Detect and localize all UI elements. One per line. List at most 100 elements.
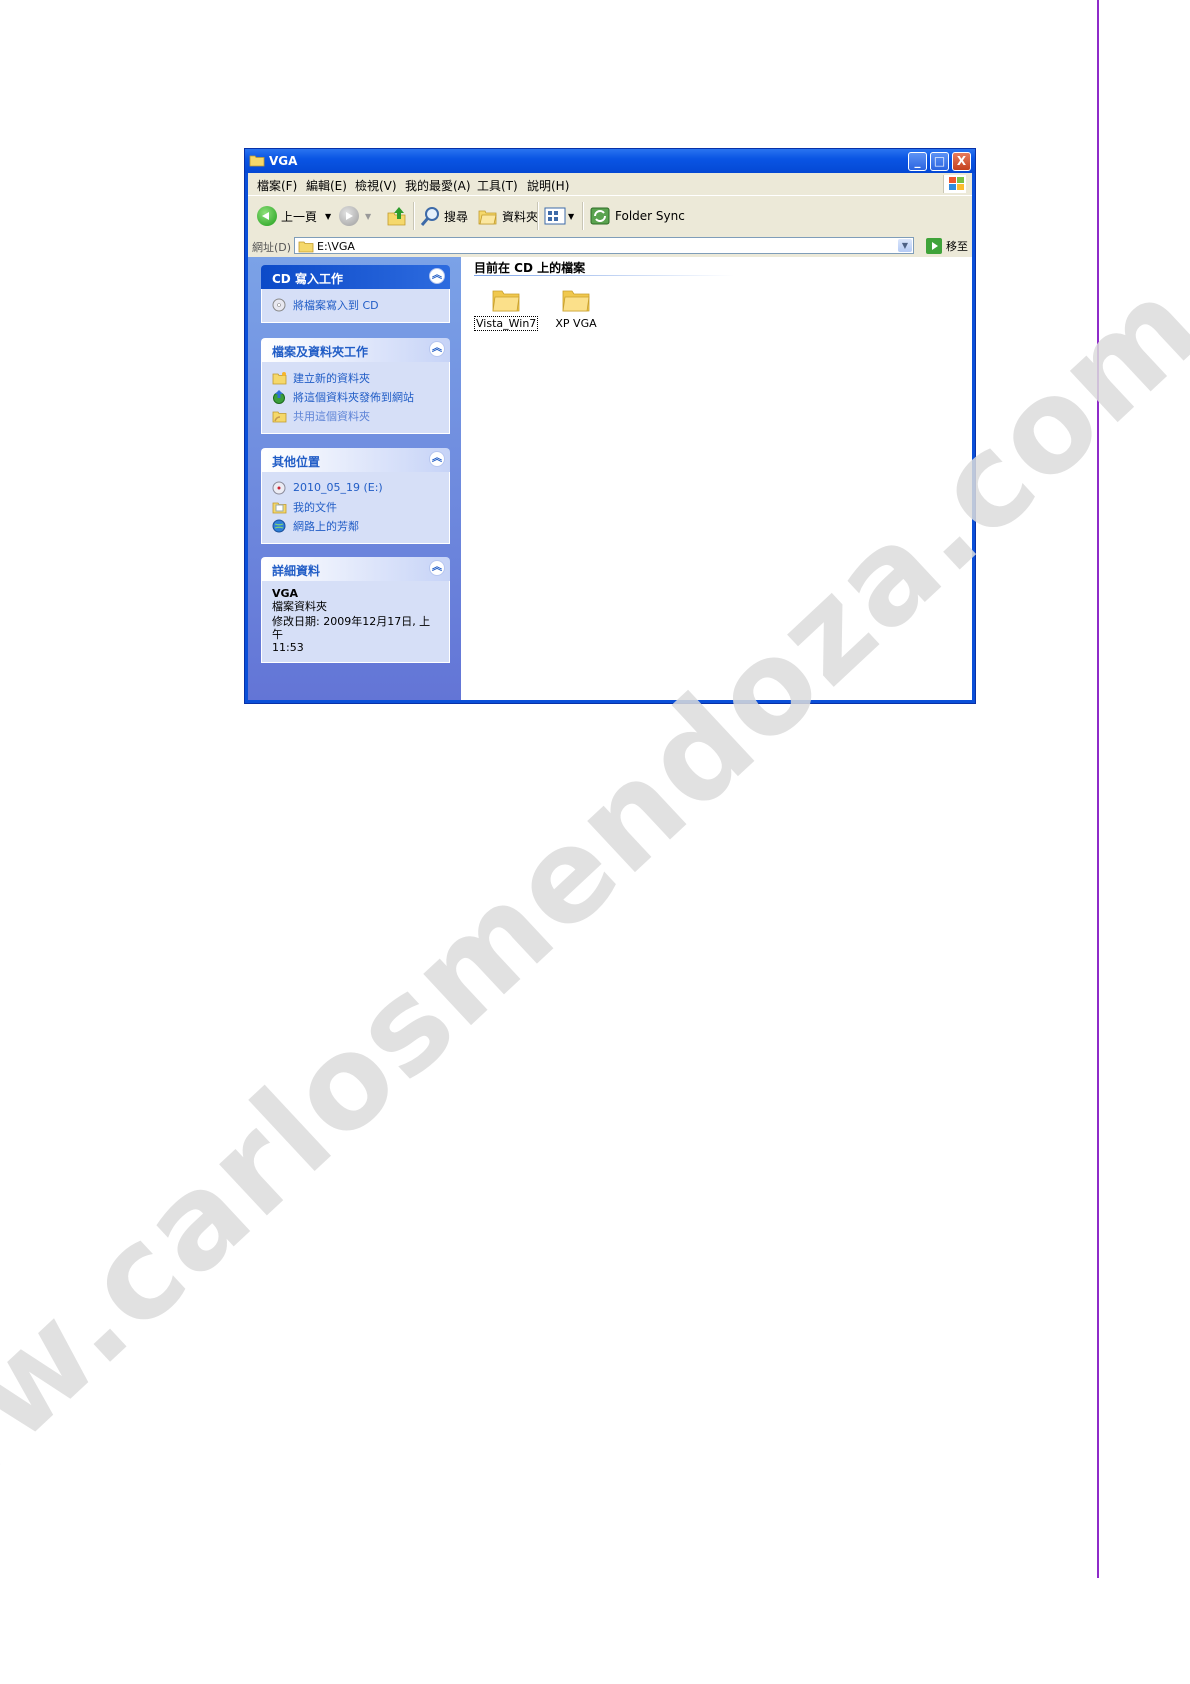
file-tasks-header[interactable]: 檔案及資料夾工作 ︽ [261, 338, 450, 362]
task-label: 將這個資料夾發佈到網站 [293, 390, 414, 404]
my-documents-icon [272, 502, 287, 513]
group-divider [474, 275, 734, 276]
folder-sync-button[interactable]: Folder Sync [589, 205, 685, 227]
menu-edit[interactable]: 編輯(E) [306, 177, 347, 194]
details-header[interactable]: 詳細資料 ︽ [261, 557, 450, 581]
forward-button[interactable]: ▼ [339, 205, 371, 227]
other-places-title: 其他位置 [272, 455, 321, 469]
collapse-chevron-icon[interactable]: ︽ [429, 560, 445, 576]
menu-view[interactable]: 檢視(V) [355, 177, 397, 194]
windows-logo-icon [943, 175, 966, 193]
up-button[interactable] [386, 205, 408, 227]
collapse-chevron-icon[interactable]: ︽ [429, 341, 445, 357]
task-label: 建立新的資料夾 [293, 371, 370, 385]
cd-icon [272, 298, 286, 311]
cd-tasks-title: CD 寫入工作 [272, 272, 343, 286]
cd-tasks-header[interactable]: CD 寫入工作 ︽ [261, 265, 450, 289]
search-icon [420, 207, 439, 226]
menu-favorites[interactable]: 我的最愛(A) [405, 177, 471, 194]
folder-sync-icon [590, 207, 610, 225]
task-new-folder[interactable]: 建立新的資料夾 [272, 368, 439, 387]
cd-drive-icon [272, 481, 286, 494]
menu-bar: 檔案(F) 編輯(E) 檢視(V) 我的最愛(A) 工具(T) 說明(H) [248, 173, 972, 195]
address-label: 網址(D) [252, 241, 292, 254]
cd-tasks-panel: CD 寫入工作 ︽ 將檔案寫入到 CD [261, 265, 450, 323]
details-title: 詳細資料 [272, 564, 321, 578]
task-label: 共用這個資料夾 [293, 409, 370, 423]
toolbar-separator [582, 202, 584, 230]
details-modified-time: 11:53 [272, 641, 304, 654]
minimize-button[interactable]: _ [908, 152, 927, 171]
go-label: 移至 [946, 240, 968, 253]
other-places-panel: 其他位置 ︽ 2010_05_19 (E:) 我的文件 網路上的芳鄰 [261, 448, 450, 544]
menu-file[interactable]: 檔案(F) [257, 177, 297, 194]
address-dropdown-icon[interactable]: ▼ [898, 239, 912, 252]
back-dropdown-icon[interactable]: ▼ [325, 212, 331, 221]
collapse-chevron-icon[interactable]: ︽ [429, 268, 445, 284]
new-folder-icon [272, 371, 287, 384]
back-label: 上一頁 [281, 209, 318, 224]
details-body: VGA 檔案資料夾 修改日期: 2009年12月17日, 上午 11:53 [261, 581, 450, 663]
folder-icon [298, 241, 314, 253]
details-name: VGA [272, 587, 299, 600]
task-share-folder[interactable]: 共用這個資料夾 [272, 406, 439, 425]
views-icon [544, 207, 566, 225]
task-write-to-cd[interactable]: 將檔案寫入到 CD [272, 295, 439, 314]
window-title: VGA [269, 154, 298, 168]
shared-folder-icon [272, 411, 287, 422]
toolbar-separator [413, 202, 415, 230]
forward-arrow-icon [339, 206, 359, 226]
back-button[interactable]: 上一頁 ▼ [257, 205, 331, 227]
explorer-window: VGA _ □ X 檔案(F) 編輯(E) 檢視(V) 我的最愛(A) 工具(T… [244, 148, 976, 704]
menu-help[interactable]: 說明(H) [527, 177, 569, 194]
toolbar: 上一頁 ▼ ▼ 搜尋 資料夾 ▼ Folder Sync [248, 195, 972, 237]
back-arrow-icon [257, 206, 277, 226]
address-value: E:\VGA [317, 240, 355, 253]
group-heading: 目前在 CD 上的檔案 [474, 261, 586, 275]
place-label: 2010_05_19 (E:) [293, 481, 383, 494]
file-tasks-title: 檔案及資料夾工作 [272, 345, 369, 359]
file-tasks-panel: 檔案及資料夾工作 ︽ 建立新的資料夾 將這個資料夾發佈到網站 共用這個資料夾 [261, 338, 450, 434]
task-publish-folder[interactable]: 將這個資料夾發佈到網站 [272, 387, 439, 406]
task-pane: CD 寫入工作 ︽ 將檔案寫入到 CD 檔案及資料夾工作 ︽ 建立新的資料夾 將… [248, 257, 461, 700]
go-arrow-icon [926, 238, 942, 254]
place-network[interactable]: 網路上的芳鄰 [272, 516, 439, 535]
cd-tasks-body: 將檔案寫入到 CD [261, 289, 450, 323]
file-list-area[interactable]: 目前在 CD 上的檔案 Vista_Win7 XP VGA [461, 257, 972, 700]
place-label: 網路上的芳鄰 [293, 519, 359, 533]
address-bar: 網址(D) E:\VGA ▼ 移至 [248, 235, 972, 257]
folder-icon [492, 290, 520, 312]
folder-icon [562, 290, 590, 312]
search-button[interactable]: 搜尋 [420, 205, 468, 227]
place-cd-drive[interactable]: 2010_05_19 (E:) [272, 478, 439, 497]
toolbar-separator [537, 202, 539, 230]
place-my-documents[interactable]: 我的文件 [272, 497, 439, 516]
folder-label: XP VGA [555, 317, 597, 330]
menu-tools[interactable]: 工具(T) [477, 177, 518, 194]
maximize-button[interactable]: □ [930, 152, 949, 171]
folders-icon [478, 210, 497, 225]
title-bar[interactable]: VGA _ □ X [245, 149, 975, 173]
other-places-header[interactable]: 其他位置 ︽ [261, 448, 450, 472]
place-label: 我的文件 [293, 500, 337, 514]
details-modified: 修改日期: 2009年12月17日, 上午 [272, 615, 431, 641]
globe-publish-icon [273, 389, 285, 404]
page-side-rule [1097, 0, 1099, 1578]
go-button[interactable]: 移至 [926, 238, 968, 254]
folder-up-icon [387, 207, 406, 226]
collapse-chevron-icon[interactable]: ︽ [429, 451, 445, 467]
close-button[interactable]: X [952, 152, 971, 171]
views-button[interactable]: ▼ [544, 205, 574, 227]
folder-icon [249, 155, 265, 167]
details-type: 檔案資料夾 [272, 600, 327, 613]
address-input[interactable]: E:\VGA ▼ [294, 237, 914, 254]
task-label: 將檔案寫入到 CD [293, 298, 379, 312]
file-tasks-body: 建立新的資料夾 將這個資料夾發佈到網站 共用這個資料夾 [261, 362, 450, 434]
folder-label: Vista_Win7 [474, 316, 539, 331]
details-panel: 詳細資料 ︽ VGA 檔案資料夾 修改日期: 2009年12月17日, 上午 1… [261, 557, 450, 663]
folder-item-xp-vga[interactable]: XP VGA [544, 287, 608, 330]
folder-item-vista-win7[interactable]: Vista_Win7 [474, 287, 539, 331]
folders-button[interactable]: 資料夾 [477, 205, 538, 227]
search-label: 搜尋 [444, 209, 469, 224]
folders-label: 資料夾 [502, 209, 539, 224]
